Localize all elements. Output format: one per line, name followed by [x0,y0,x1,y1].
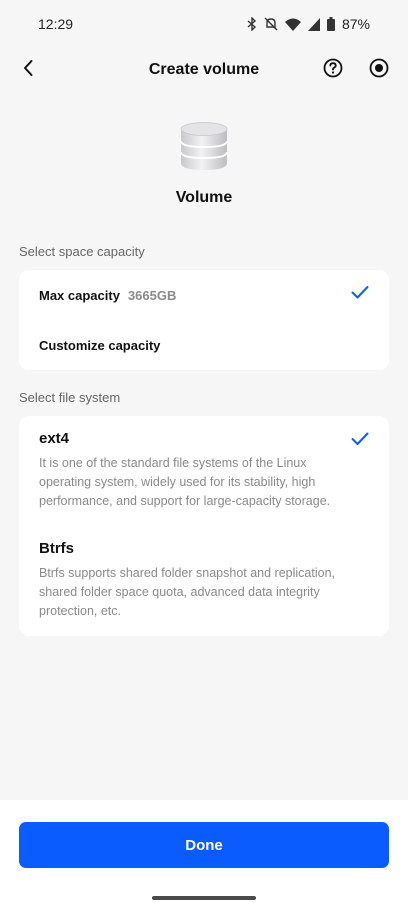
filesystem-option-btrfs[interactable]: Btrfs Btrfs supports shared folder snaps… [19,540,389,621]
filesystem-option-description: Btrfs supports shared folder snapshot an… [39,566,336,618]
battery-icon [326,17,335,31]
record-icon [369,58,389,83]
check-icon [351,286,369,305]
help-icon [323,58,343,83]
done-button[interactable]: Done [19,822,389,868]
signal-icon [307,17,320,31]
filesystem-card: ext4 It is one of the standard file syst… [19,416,389,636]
app-bar: Create volume [0,48,408,92]
home-indicator[interactable] [152,896,256,900]
filesystem-section-label: Select file system [19,390,121,405]
help-button[interactable] [320,57,346,83]
hero: Volume [0,120,408,207]
wifi-icon [284,18,301,31]
status-bar: 12:29 87% [0,0,408,48]
filesystem-option-ext4[interactable]: ext4 It is one of the standard file syst… [19,430,389,511]
battery-level: 87% [341,16,370,32]
bluetooth-icon [247,17,257,31]
capacity-option-title: Customize capacity [39,337,161,353]
status-time: 12:29 [38,16,74,32]
database-icon [178,120,230,177]
chevron-left-icon [22,59,34,82]
hero-title: Volume [175,189,233,206]
filesystem-option-description: It is one of the standard file systems o… [39,456,331,508]
capacity-option-max[interactable]: Max capacity 3665GB [19,270,389,320]
check-icon [351,432,369,451]
capacity-option-title: Max capacity [39,287,120,303]
capacity-card: Max capacity 3665GB Customize capacity [19,270,389,370]
bottom-bar: Done [0,800,408,910]
capacity-option-customize[interactable]: Customize capacity [19,320,389,370]
page-title: Create volume [148,61,260,78]
status-icons: 87% [247,16,370,32]
filesystem-option-title: ext4 [39,430,70,447]
back-button[interactable] [14,56,42,84]
filesystem-option-title: Btrfs [39,540,75,557]
capacity-option-value: 3665GB [127,287,177,303]
mute-icon [264,17,278,31]
record-button[interactable] [366,57,392,83]
capacity-section-label: Select space capacity [19,244,145,259]
